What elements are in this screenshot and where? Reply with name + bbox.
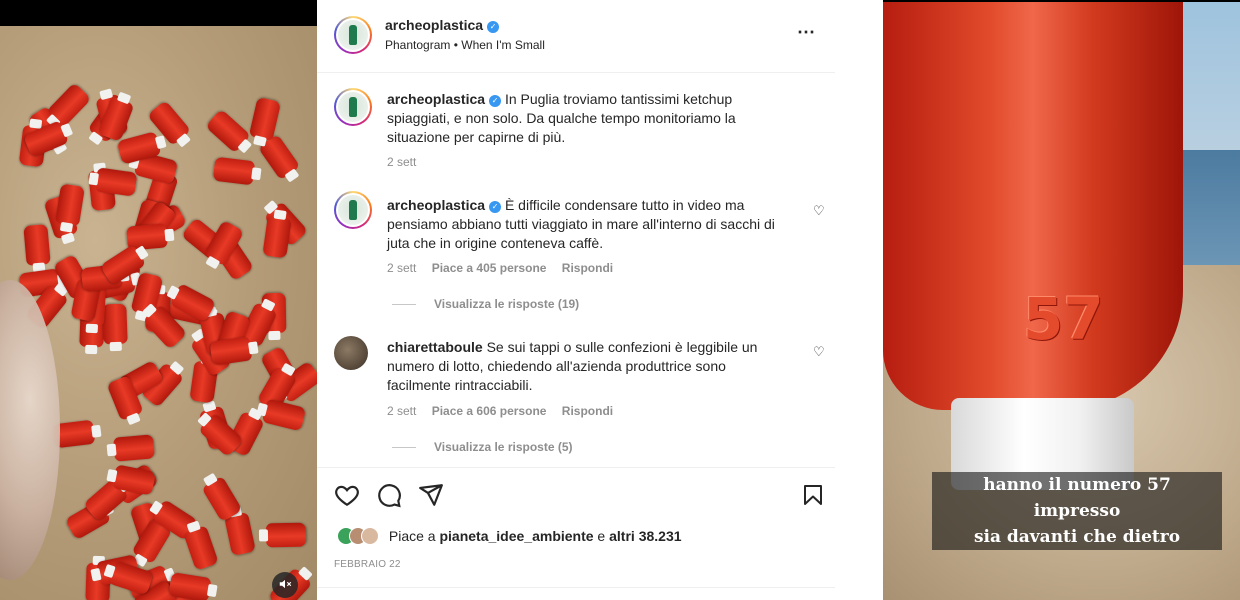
view-replies-button[interactable]: Visualizza le risposte (19) <box>392 297 579 311</box>
comment-icon <box>376 484 402 514</box>
blurred-foreground <box>0 280 60 580</box>
ketchup-bottle <box>23 223 51 266</box>
bookmark-icon <box>801 485 825 514</box>
comment-item: archeoplastica ✓ È difficile condensare t… <box>317 191 835 321</box>
post-date[interactable]: FEBBRAIO 22 <box>334 559 401 570</box>
author-avatar[interactable] <box>334 16 372 54</box>
left-media-video[interactable] <box>0 0 317 600</box>
like-button[interactable] <box>334 482 360 514</box>
right-media-video[interactable]: 57 hanno il numero 57 impresso sia davan… <box>883 0 1240 600</box>
liker-avatar[interactable] <box>361 527 379 545</box>
caption-username[interactable]: archeoplastica <box>387 91 485 107</box>
subtitle-line-2: sia davanti che dietro <box>973 527 1181 547</box>
panel-gutter <box>835 0 883 600</box>
likes-summary: Piace a pianeta_idee_ambiente e altri 38… <box>337 527 682 545</box>
comment-avatar[interactable] <box>334 336 368 370</box>
comment-avatar[interactable] <box>334 191 372 229</box>
comment-text-block: archeoplastica ✓ È difficile condensare t… <box>387 196 782 253</box>
comment-button[interactable] <box>376 482 402 514</box>
comment-username[interactable]: chiarettaboule <box>387 339 483 355</box>
bottle-embossed-number: 57 <box>1023 285 1104 353</box>
video-subtitle: hanno il numero 57 impresso sia davanti … <box>932 472 1222 550</box>
comment-likes[interactable]: Piace a 606 persone <box>432 404 547 418</box>
caption: archeoplastica ✓ In Puglia troviamo tanti… <box>317 88 835 178</box>
comment-username[interactable]: archeoplastica <box>387 197 485 213</box>
post-panel: archeoplastica ✓ Phantogram • When I'm Sm… <box>317 0 883 600</box>
comment-likes[interactable]: Piace a 405 persone <box>432 261 547 275</box>
caption-time[interactable]: 2 sett <box>387 155 416 169</box>
media-top-bar <box>883 0 1240 2</box>
share-icon <box>418 484 444 514</box>
author-username[interactable]: archeoplastica <box>385 17 483 33</box>
likes-others-link[interactable]: altri 38.231 <box>609 528 681 544</box>
ketchup-bottle <box>108 560 154 596</box>
ketchup-bottle <box>204 108 251 154</box>
comment-like-heart-icon[interactable]: ♡ <box>813 344 825 360</box>
reply-button[interactable]: Rispondi <box>562 261 613 275</box>
share-button[interactable] <box>418 482 444 514</box>
view-replies-label: Visualizza le risposte (19) <box>434 297 580 311</box>
mute-button[interactable] <box>272 572 298 598</box>
replies-divider-line <box>392 304 416 306</box>
save-button[interactable] <box>801 482 825 514</box>
liker-username[interactable]: pianeta_idee_ambiente <box>439 528 593 544</box>
verified-badge-icon: ✓ <box>489 95 502 107</box>
ketchup-bottle <box>265 522 307 548</box>
media-top-bar <box>0 0 317 26</box>
more-options-icon[interactable]: ⋯ <box>797 22 816 43</box>
likes-middle: e <box>593 528 610 544</box>
ketchup-bottle <box>94 167 138 197</box>
ketchup-bottle <box>101 303 128 345</box>
ketchup-bottle <box>168 572 212 600</box>
subtitle-line-1: hanno il numero 57 impresso <box>983 475 1171 521</box>
bottom-divider <box>317 587 835 588</box>
verified-badge-icon: ✓ <box>489 201 502 213</box>
comment-text-block: chiarettaboule Se sui tappi o sulle conf… <box>387 338 782 395</box>
comment-meta: 2 sett Piace a 606 persone Rispondi <box>387 404 625 418</box>
replies-divider-line <box>392 447 416 449</box>
reply-button[interactable]: Rispondi <box>562 404 613 418</box>
comment-meta: 2 sett Piace a 405 persone Rispondi <box>387 261 625 275</box>
comment-time[interactable]: 2 sett <box>387 261 416 275</box>
ketchup-bottle <box>248 97 281 142</box>
comment-like-heart-icon[interactable]: ♡ <box>813 203 825 219</box>
heart-icon <box>334 485 360 514</box>
ketchup-bottle <box>113 434 156 462</box>
ketchup-bottle <box>261 398 307 432</box>
post-header: archeoplastica ✓ Phantogram • When I'm Sm… <box>317 0 835 73</box>
mute-icon <box>278 577 292 594</box>
likes-prefix: Piace a <box>388 528 440 544</box>
caption-text-block: archeoplastica ✓ In Puglia troviamo tanti… <box>387 90 782 147</box>
ketchup-bottle <box>212 156 256 186</box>
comment-item: chiarettaboule Se sui tappi o sulle conf… <box>317 336 835 466</box>
audio-track-link[interactable]: Phantogram • When I'm Small <box>385 38 545 52</box>
ketchup-bottle <box>46 82 92 129</box>
ketchup-bottle <box>55 183 86 227</box>
ketchup-bottle <box>183 525 219 572</box>
comment-time[interactable]: 2 sett <box>387 404 416 418</box>
action-bar <box>317 467 835 524</box>
ketchup-bottle <box>209 336 253 366</box>
view-replies-label: Visualizza le risposte (5) <box>434 440 573 454</box>
caption-avatar[interactable] <box>334 88 372 126</box>
ketchup-bottle <box>224 512 257 557</box>
view-replies-button[interactable]: Visualizza le risposte (5) <box>392 440 573 454</box>
ketchup-bottle <box>262 215 293 259</box>
verified-badge-icon: ✓ <box>487 21 500 33</box>
